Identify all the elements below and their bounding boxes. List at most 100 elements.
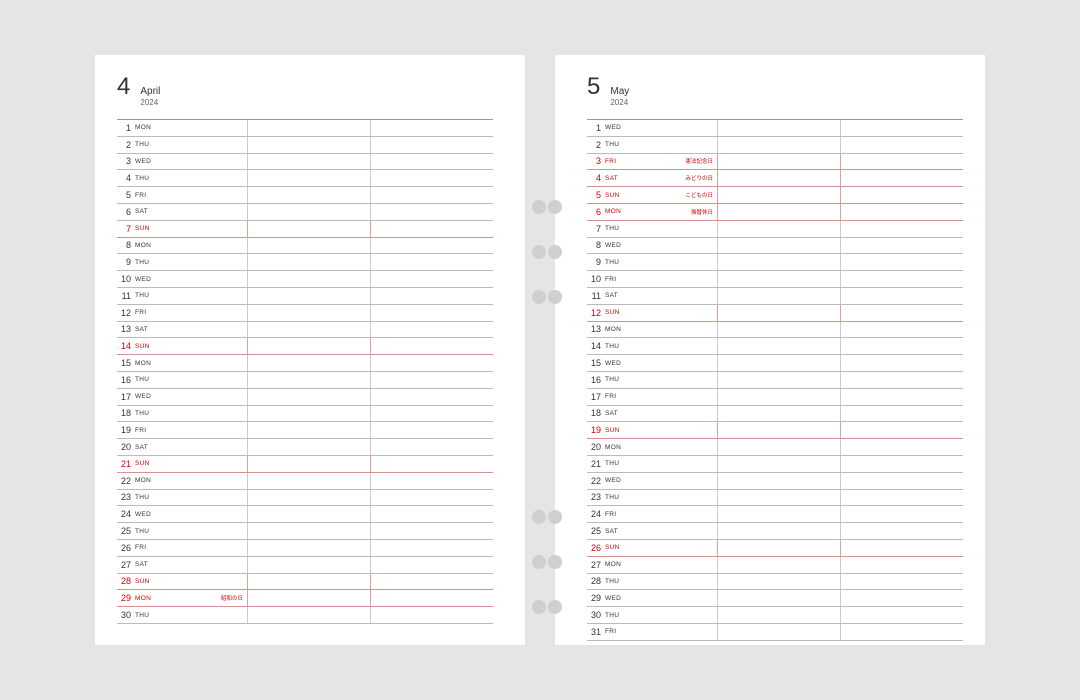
day-row: 10WED xyxy=(117,271,493,288)
note-col-3 xyxy=(371,322,493,338)
note-col-2 xyxy=(718,170,841,186)
note-col-1 xyxy=(623,338,718,354)
note-col-1 xyxy=(153,506,248,522)
day-abbr: MON xyxy=(603,208,623,215)
day-abbr: FRI xyxy=(133,427,153,434)
note-col-1 xyxy=(153,221,248,237)
note-col-1: 振替休日 xyxy=(623,204,718,220)
day-abbr: THU xyxy=(603,494,623,501)
note-col-1 xyxy=(153,322,248,338)
hole-icon xyxy=(532,245,546,259)
note-col-2 xyxy=(248,305,371,321)
note-col-1 xyxy=(623,137,718,153)
day-row: 18THU xyxy=(117,406,493,423)
note-col-3 xyxy=(841,322,963,338)
day-abbr: THU xyxy=(603,343,623,350)
note-col-3 xyxy=(841,238,963,254)
note-col-1 xyxy=(623,624,718,640)
note-col-3 xyxy=(841,490,963,506)
note-col-3 xyxy=(371,523,493,539)
day-number: 6 xyxy=(117,207,133,217)
note-col-3 xyxy=(841,473,963,489)
month-number: 4 xyxy=(117,73,130,101)
day-abbr: WED xyxy=(603,242,623,249)
day-abbr: MON xyxy=(603,561,623,568)
note-col-1 xyxy=(153,120,248,136)
day-row: 27SAT xyxy=(117,557,493,574)
note-col-1 xyxy=(623,557,718,573)
day-row: 9THU xyxy=(587,254,963,271)
day-number: 17 xyxy=(587,392,603,402)
day-abbr: THU xyxy=(133,292,153,299)
day-row: 29WED xyxy=(587,590,963,607)
note-col-1 xyxy=(153,389,248,405)
day-abbr: WED xyxy=(133,276,153,283)
day-number: 26 xyxy=(117,543,133,553)
day-number: 15 xyxy=(117,358,133,368)
day-number: 29 xyxy=(587,593,603,603)
note-col-1 xyxy=(153,607,248,623)
day-number: 27 xyxy=(117,560,133,570)
note-col-2 xyxy=(718,557,841,573)
note-col-3 xyxy=(841,187,963,203)
day-number: 25 xyxy=(117,526,133,536)
note-col-2 xyxy=(248,254,371,270)
day-abbr: WED xyxy=(603,360,623,367)
note-col-3 xyxy=(841,607,963,623)
day-abbr: THU xyxy=(133,141,153,148)
day-number: 30 xyxy=(587,610,603,620)
day-row: 31FRI xyxy=(587,624,963,641)
note-col-3 xyxy=(841,523,963,539)
day-abbr: FRI xyxy=(603,628,623,635)
note-col-1 xyxy=(623,372,718,388)
day-number: 27 xyxy=(587,560,603,570)
note-col-1 xyxy=(623,473,718,489)
day-abbr: THU xyxy=(133,259,153,266)
note-col-2 xyxy=(248,406,371,422)
note-col-1 xyxy=(623,389,718,405)
note-col-2 xyxy=(718,204,841,220)
note-col-2 xyxy=(248,557,371,573)
month-label-block: April 2024 xyxy=(140,86,160,107)
day-number: 5 xyxy=(587,190,603,200)
note-col-1 xyxy=(153,137,248,153)
day-abbr: SUN xyxy=(133,578,153,585)
day-row: 9THU xyxy=(117,254,493,271)
note-col-2 xyxy=(718,506,841,522)
day-abbr: MON xyxy=(133,124,153,131)
note-col-1 xyxy=(153,439,248,455)
day-row: 4SATみどりの日 xyxy=(587,170,963,187)
day-abbr: FRI xyxy=(133,309,153,316)
note-col-3 xyxy=(841,204,963,220)
day-row: 19SUN xyxy=(587,422,963,439)
day-number: 21 xyxy=(117,459,133,469)
day-abbr: SAT xyxy=(603,528,623,535)
note-col-2 xyxy=(248,288,371,304)
hole-icon xyxy=(532,290,546,304)
note-col-1 xyxy=(153,574,248,590)
month-name: May xyxy=(610,86,629,98)
day-abbr: SUN xyxy=(603,309,623,316)
day-row: 7SUN xyxy=(117,221,493,238)
month-label-block: May 2024 xyxy=(610,86,629,107)
note-col-3 xyxy=(371,187,493,203)
day-row: 22MON xyxy=(117,473,493,490)
day-abbr: MON xyxy=(603,444,623,451)
note-col-3 xyxy=(371,590,493,606)
year: 2024 xyxy=(610,98,629,107)
day-row: 15WED xyxy=(587,355,963,372)
note-col-1 xyxy=(153,204,248,220)
note-col-3 xyxy=(841,422,963,438)
note-col-3 xyxy=(371,456,493,472)
note-col-2 xyxy=(718,271,841,287)
day-abbr: THU xyxy=(603,141,623,148)
note-col-3 xyxy=(841,288,963,304)
note-col-1 xyxy=(153,254,248,270)
note-col-1 xyxy=(153,271,248,287)
hole-icon xyxy=(532,555,546,569)
day-row: 23THU xyxy=(117,490,493,507)
note-col-2 xyxy=(248,607,371,623)
note-col-2 xyxy=(248,322,371,338)
note-col-1 xyxy=(153,305,248,321)
planner-page-left: 4 April 2024 1MON2THU3WED4THU5FRI6SAT7SU… xyxy=(95,55,525,645)
